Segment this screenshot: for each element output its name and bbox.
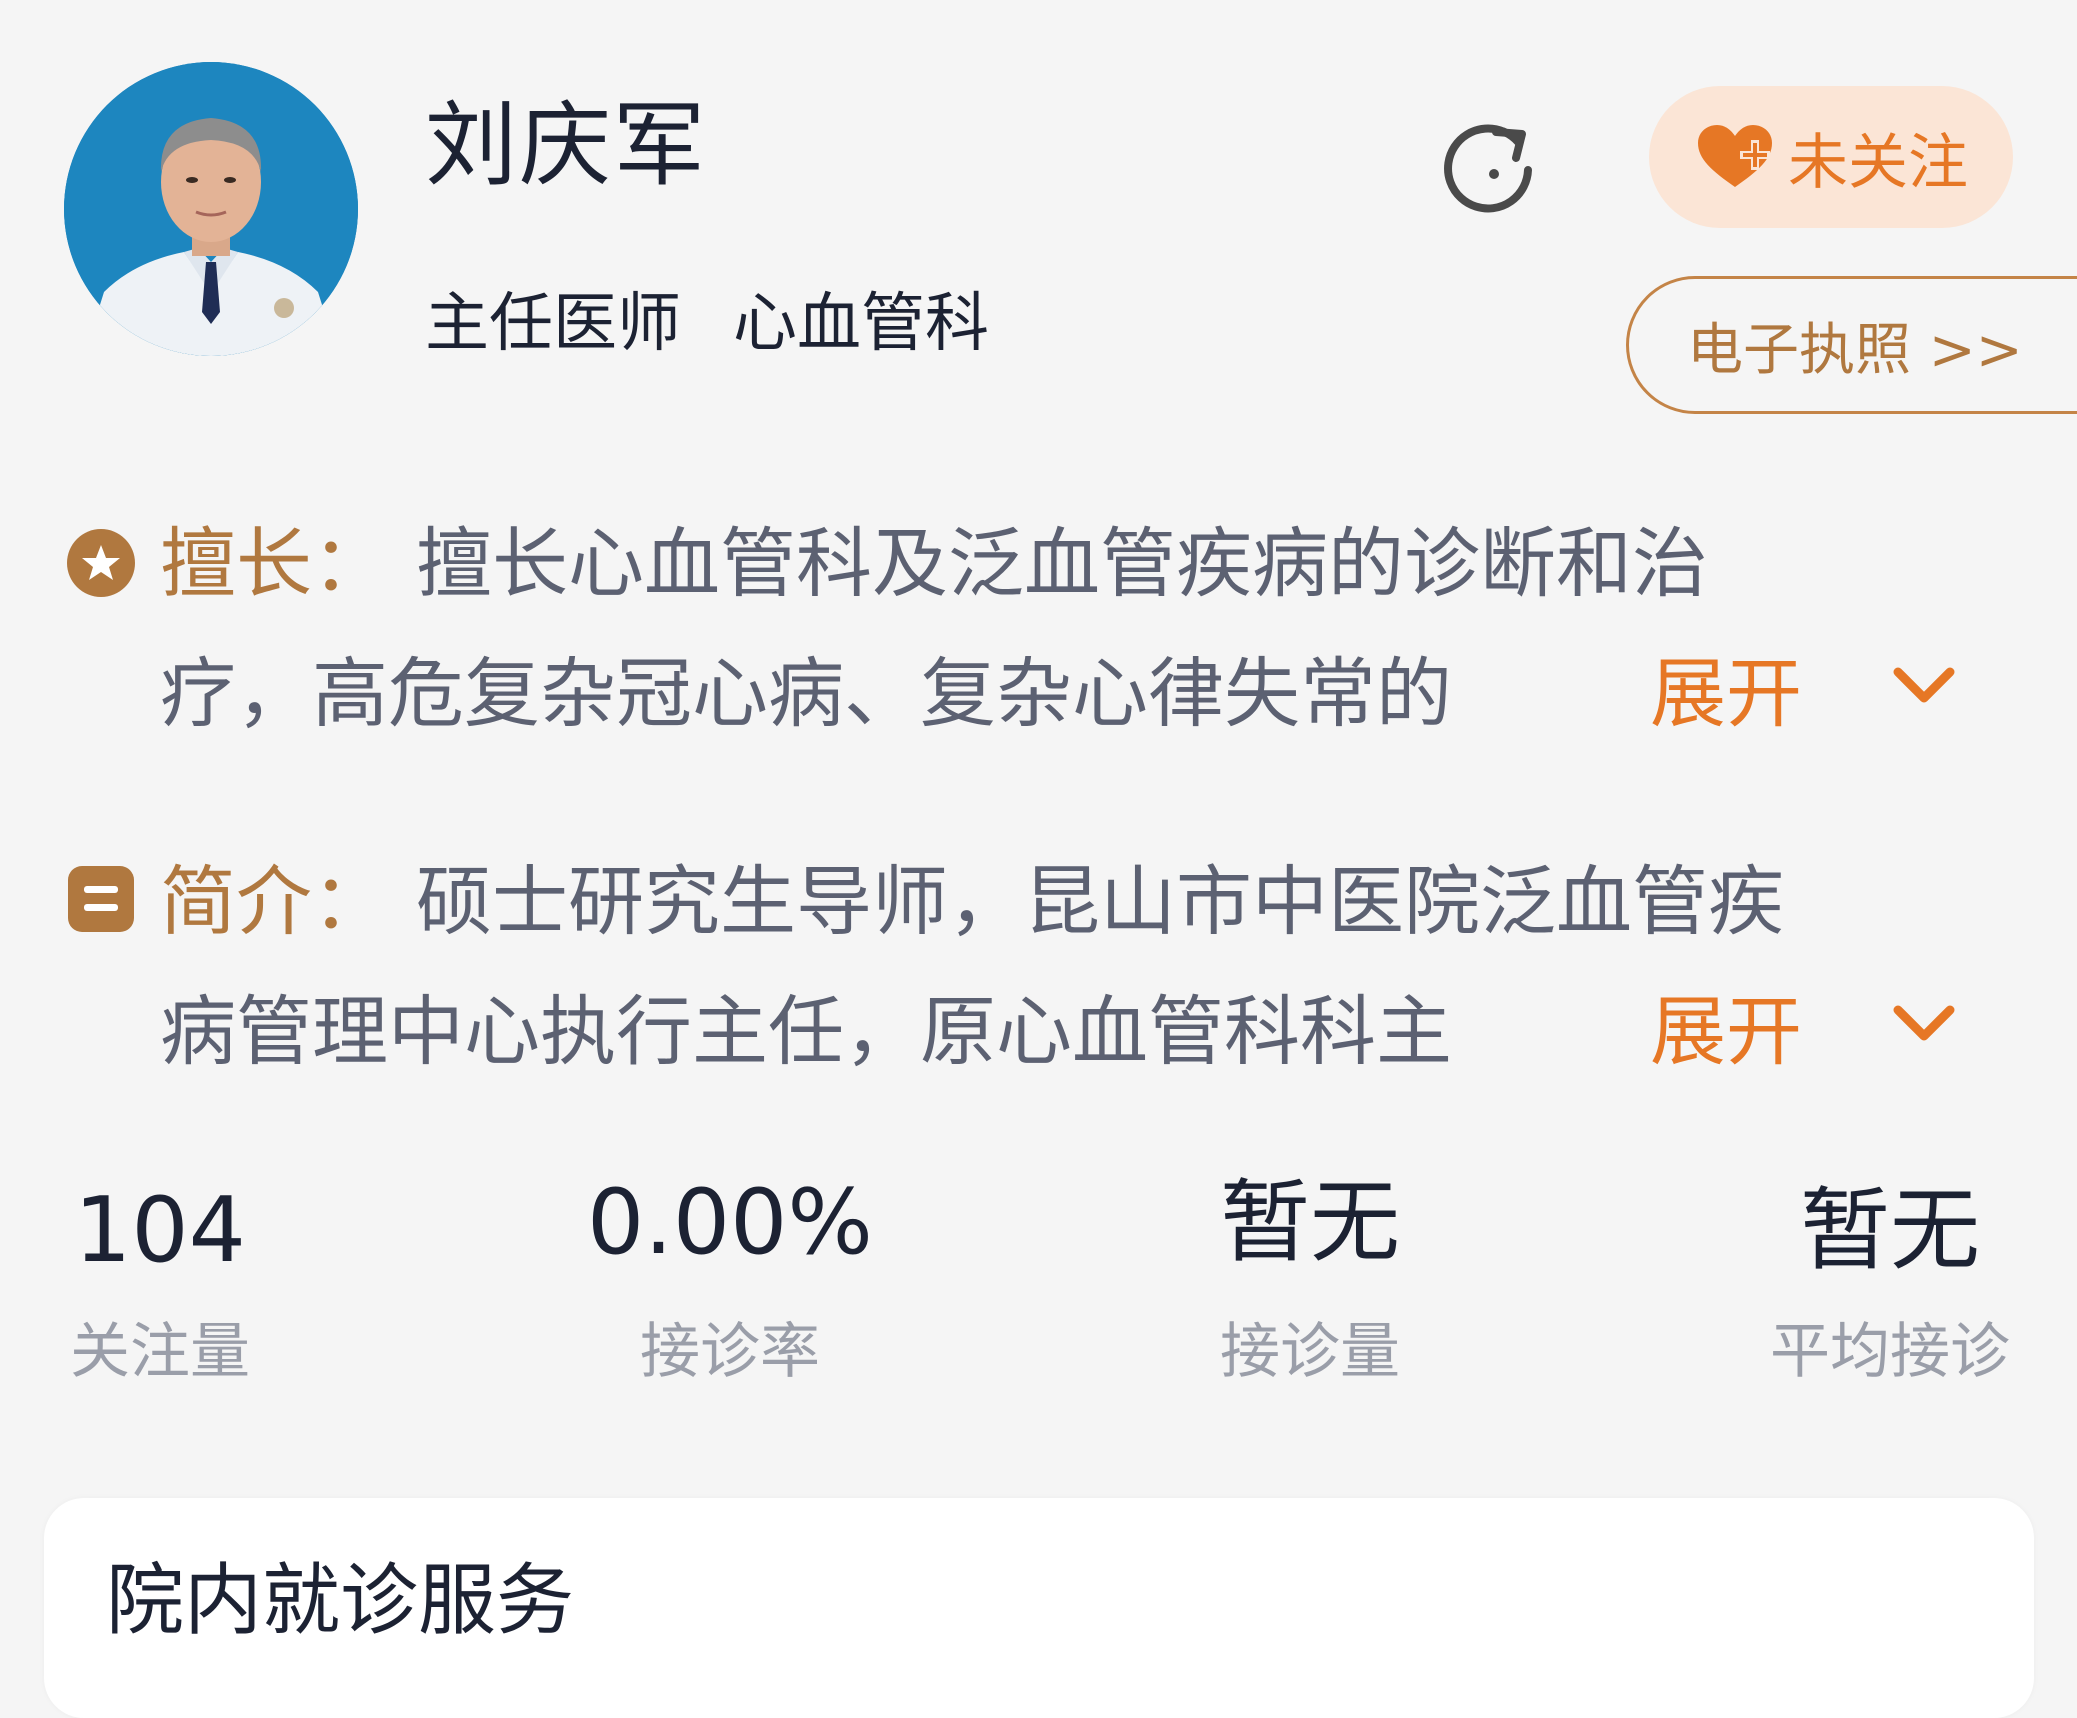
e-license-label: 电子执照 >>	[1687, 317, 2023, 383]
follow-label: 未关注	[1788, 127, 1968, 198]
stat-label: 接诊量	[1220, 1317, 1400, 1387]
refresh-button[interactable]	[1436, 112, 1540, 216]
doctor-title-line: 主任医师 心血管科	[425, 292, 989, 356]
doctor-title: 主任医师	[425, 287, 681, 361]
specialty-fade	[1540, 640, 1660, 750]
stat-consult-rate: 0.00%	[580, 1178, 880, 1268]
stat-label: 关注量	[70, 1317, 250, 1387]
specialty-line-2: 疗，高危复杂冠心病、复杂心律失常的	[160, 649, 1452, 738]
stat-value: 104	[74, 1178, 246, 1283]
stat-consult-rate-label-wrap: 接诊率	[580, 1322, 880, 1382]
stat-label: 接诊率	[640, 1317, 820, 1387]
intro-line-2: 病管理中心执行主任，原心血管科科主	[160, 987, 1452, 1076]
doctor-photo	[64, 62, 358, 356]
specialty-expand-button[interactable]: 展开	[1650, 656, 1802, 732]
specialty-line-1: 擅长心血管科及泛血管疾病的诊断和治	[416, 519, 1708, 608]
refresh-icon	[1444, 124, 1532, 213]
doctor-department: 心血管科	[733, 287, 989, 361]
chevron-down-icon[interactable]	[1892, 664, 1956, 712]
e-license-button[interactable]: 电子执照 >>	[1626, 276, 2077, 414]
intro-label: 简介：	[160, 857, 388, 946]
star-badge-icon	[66, 528, 136, 602]
stat-label: 平均接诊	[1770, 1317, 2010, 1387]
intro-fade	[1540, 978, 1660, 1088]
stat-value: 暂无	[1800, 1178, 1980, 1283]
intro-expand-button[interactable]: 展开	[1650, 994, 1802, 1070]
chevron-down-icon[interactable]	[1892, 1002, 1956, 1050]
stat-consult-count-label-wrap: 接诊量	[1160, 1322, 1460, 1382]
stat-follow-count-label-wrap: 关注量	[40, 1322, 280, 1382]
document-icon	[66, 864, 136, 938]
heart-plus-icon	[1698, 125, 1772, 187]
follow-button[interactable]: 未关注	[1649, 86, 2013, 228]
intro-line-1: 硕士研究生导师，昆山市中医院泛血管疾	[416, 857, 1784, 946]
service-card-title: 院内就诊服务	[106, 1556, 575, 1646]
stat-avg-consult-label-wrap: 平均接诊	[1730, 1322, 2050, 1382]
stat-follow-count: 104	[40, 1186, 280, 1276]
stat-avg-consult: 暂无	[1730, 1186, 2050, 1276]
doctor-name: 刘庆军	[425, 92, 708, 199]
specialty-label: 擅长：	[160, 519, 388, 608]
stat-consult-count: 暂无	[1160, 1178, 1460, 1268]
stat-value: 暂无	[1220, 1170, 1400, 1275]
stat-value: 0.00%	[587, 1170, 873, 1275]
doctor-avatar	[64, 62, 358, 356]
